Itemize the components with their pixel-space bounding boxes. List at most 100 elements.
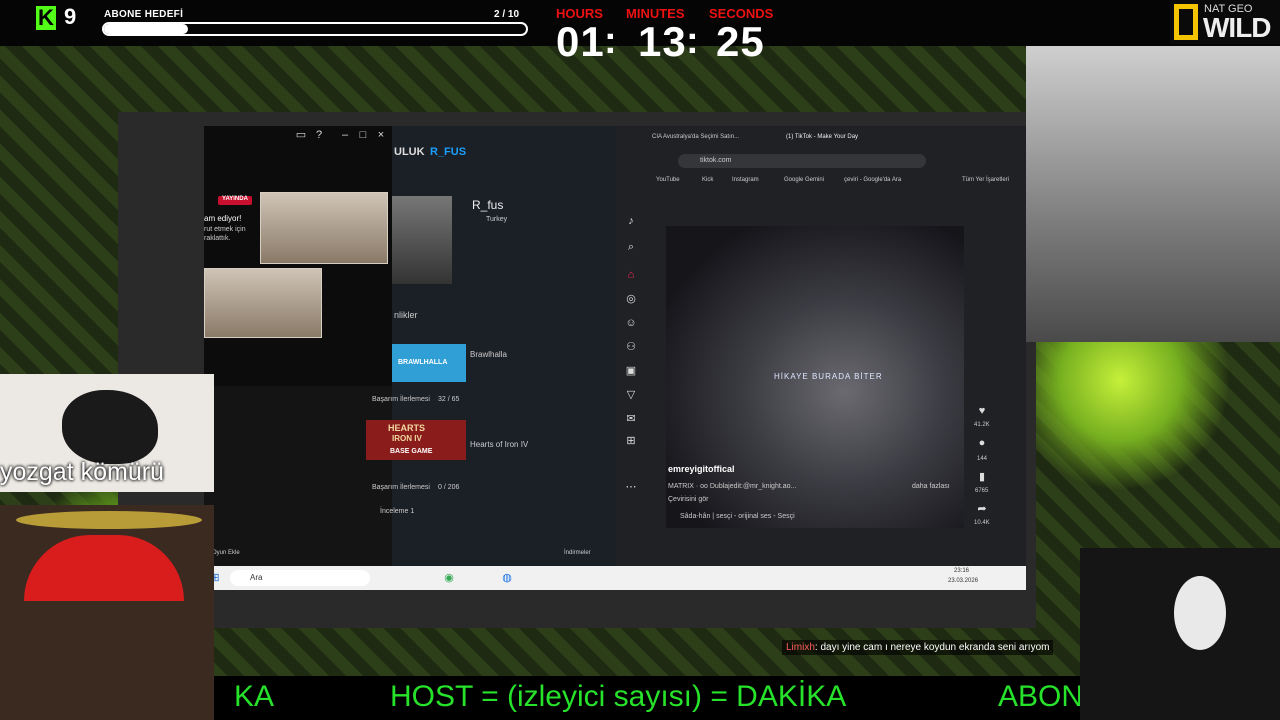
hours-value: 01 <box>556 18 605 65</box>
taskbar-time: 23:16 <box>954 568 970 574</box>
following-icon[interactable]: ☺ <box>624 316 638 330</box>
bookmark-icon[interactable]: ▮ <box>975 470 989 484</box>
more-icon[interactable]: ⋯ <box>624 480 638 494</box>
messages-icon[interactable]: ▽ <box>624 388 638 402</box>
all-bookmarks[interactable]: Tüm Yer İşaretleri <box>962 177 1009 183</box>
inbox-icon[interactable]: ✉ <box>624 412 638 426</box>
explore-icon[interactable]: ◎ <box>624 292 638 306</box>
steam-username: R_fus <box>472 198 504 212</box>
achievement-count: 32 / 65 <box>438 396 460 403</box>
minutes-value: 13 <box>638 18 687 65</box>
ticker-text: HOST = (izleyici sayısı) = DAKİKA <box>390 680 847 713</box>
window-minimize-icon[interactable]: – <box>338 128 352 142</box>
video-sound[interactable]: Sâda-hân | sesçi - orijinal ses - Sesçi <box>680 513 795 520</box>
windows-taskbar: ⊞ Ara ◉ ◍ 23:16 23.03.2026 <box>204 566 1026 590</box>
more-link[interactable]: daha fazlası <box>912 483 950 490</box>
save-count: 6765 <box>975 488 989 494</box>
steam-tab[interactable]: ULUK <box>394 146 425 158</box>
ticker-bar: KA HOST = (izleyici sayısı) = DAKİKA ABO… <box>214 676 1080 720</box>
natgeo-wild-logo: NAT GEO WILD <box>1170 0 1280 44</box>
live-icon[interactable]: ▣ <box>624 364 638 378</box>
taskbar-date: 23.03.2026 <box>948 578 979 584</box>
bookmark-youtube[interactable]: YouTube <box>656 177 680 183</box>
help-icon[interactable]: ? <box>312 128 326 142</box>
home-icon[interactable]: ⌂ <box>624 268 638 282</box>
live-text: raklattık. <box>204 235 231 242</box>
chat-separator: : <box>814 642 818 653</box>
subgoal-progress-bar <box>102 22 528 36</box>
coal-label: yozgat kömürü <box>0 458 164 486</box>
game-title[interactable]: Brawlhalla <box>470 350 507 359</box>
brawlhalla-logo: BRAWLHALLA <box>392 344 466 382</box>
portrait-photo <box>1026 46 1280 342</box>
propeller-hat-cam <box>0 505 214 720</box>
webcam-feed-1 <box>260 192 388 264</box>
window-maximize-icon[interactable]: □ <box>356 128 370 142</box>
live-text: am ediyor! <box>204 214 242 223</box>
steam-footer-add-game[interactable]: Oyun Ekle <box>212 550 240 556</box>
comment-icon[interactable]: ● <box>975 436 989 450</box>
bookmark-instagram[interactable]: Instagram <box>732 177 759 183</box>
bookmark-translate[interactable]: çeviri - Google'da Ara <box>844 177 901 183</box>
ghostface-mask-icon <box>1174 576 1226 650</box>
steam-footer-downloads[interactable]: İndirmeler <box>564 550 591 556</box>
browser-tab[interactable]: CIA Avustralya'da Seçimi Satın... <box>652 134 739 140</box>
chat-text: dayı yine cam ı nereye koydun ekranda se… <box>820 642 1050 653</box>
steam-section-label: nlikler <box>394 310 418 320</box>
search-icon[interactable]: ⌕ <box>624 240 638 254</box>
share-icon[interactable]: ➦ <box>975 502 989 516</box>
achievement-label: Başarım İlerlemesi <box>372 484 430 491</box>
window-close-icon[interactable]: × <box>374 128 388 142</box>
steam-avatar <box>392 196 452 284</box>
minimize-icon[interactable]: ▭ <box>294 128 308 142</box>
address-bar-url: tiktok.com <box>700 157 732 164</box>
subgoal-count: 2 / 10 <box>494 9 520 20</box>
friends-icon[interactable]: ⚇ <box>624 340 638 354</box>
hearts-of-iron-logo: HEARTS IRON IV BASE GAME <box>366 420 466 460</box>
like-count: 41.2K <box>974 422 990 428</box>
subgoal-label: ABONE HEDEFİ <box>104 9 184 20</box>
achievement-count: 0 / 206 <box>438 484 460 491</box>
video-overlay-text: HİKAYE BURADA BİTER <box>774 372 883 381</box>
timer-colon: : <box>604 20 617 62</box>
cap-icon <box>24 535 184 601</box>
steam-taskbar-icon[interactable]: ◍ <box>500 571 514 585</box>
live-text: rut etmek için <box>204 226 246 233</box>
coal-lump <box>62 390 158 464</box>
natgeo-line2: WILD <box>1203 12 1272 43</box>
live-badge: YAYINDA <box>222 196 248 202</box>
achievement-label: Başarım İlerlemesi <box>372 396 430 403</box>
browser-tab-active[interactable]: (1) TikTok - Make Your Day <box>786 134 858 140</box>
kick-follower-count: 9 <box>64 4 77 29</box>
share-count: 10.4K <box>974 520 990 526</box>
steam-country: Turkey <box>486 216 508 223</box>
ticker-text: ABON <box>998 680 1080 713</box>
comment-count: 144 <box>977 456 988 462</box>
tiktok-logo-icon[interactable]: ♪ <box>624 214 638 228</box>
captured-screen: YAYINDA am ediyor! rut etmek için raklat… <box>118 112 1036 628</box>
subgoal-progress-fill <box>104 24 189 34</box>
video-author[interactable]: emreyigitoffical <box>668 464 735 474</box>
upload-icon[interactable]: ⊞ <box>624 434 638 448</box>
chat-message: Limixh: dayı yine cam ı nereye koydun ek… <box>782 640 1054 655</box>
bookmark-gemini[interactable]: Google Gemini <box>784 177 824 183</box>
seconds-value: 25 <box>716 18 765 65</box>
like-icon[interactable]: ♥ <box>975 404 989 418</box>
review-count[interactable]: İnceleme 1 <box>380 508 414 515</box>
ticker-text: KA <box>234 680 275 713</box>
natgeo-frame-icon <box>1174 4 1198 40</box>
propeller-icon <box>16 511 202 529</box>
bookmark-kick[interactable]: Kick <box>702 177 713 183</box>
timer-colon: : <box>686 20 699 62</box>
kick-logo-icon: K <box>36 6 56 30</box>
live-stream-window: YAYINDA am ediyor! rut etmek için raklat… <box>204 126 394 386</box>
video-caption: MATRIX · oo Dublajedit:@mr_knight.ao... <box>668 483 797 490</box>
chrome-taskbar-icon[interactable]: ◉ <box>442 571 456 585</box>
ghostface-cam <box>1080 548 1280 720</box>
translate-link[interactable]: Çevirisini gör <box>668 496 708 503</box>
game-title[interactable]: Hearts of Iron IV <box>470 440 528 449</box>
taskbar-search-text: Ara <box>250 573 263 582</box>
steam-profile-panel: ULUK R_FUS R_fus Turkey nlikler BRAWLHAL… <box>212 126 618 566</box>
steam-tab-active[interactable]: R_FUS <box>430 146 466 158</box>
chat-username: Limixh <box>786 642 815 653</box>
